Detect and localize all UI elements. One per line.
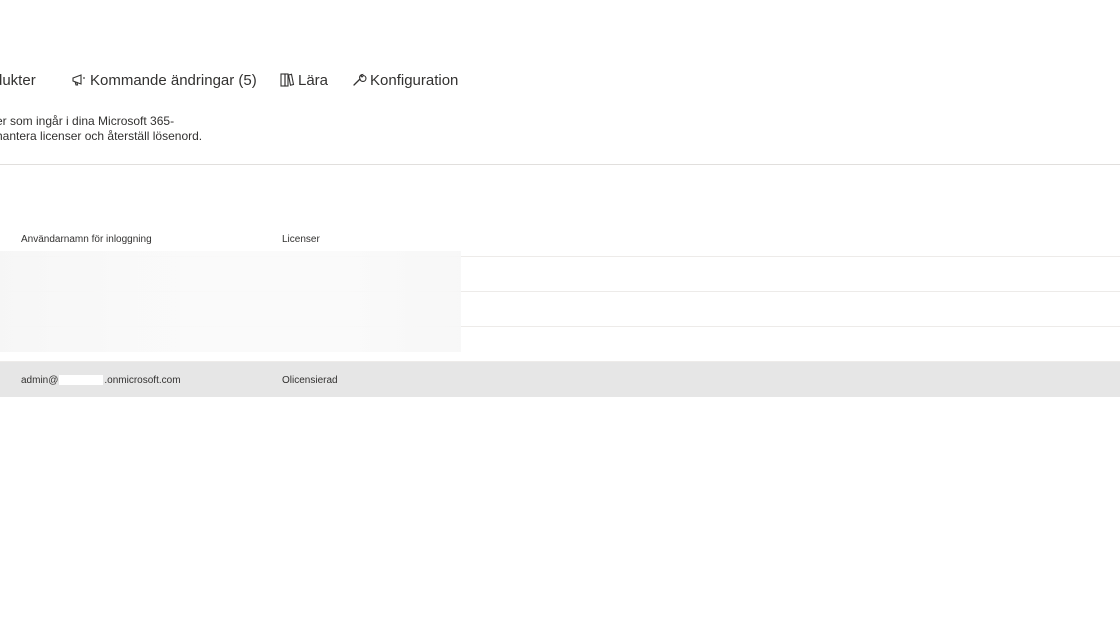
tab-learn[interactable]: Lära bbox=[278, 62, 328, 98]
username-prefix: admin@ bbox=[21, 375, 59, 386]
megaphone-icon bbox=[70, 71, 88, 89]
wrench-icon bbox=[350, 71, 368, 89]
page: dukter Kommande ändringar (5) Lära bbox=[0, 0, 1120, 627]
username-suffix: .onmicrosoft.com bbox=[104, 375, 181, 386]
tab-learn-label: Lära bbox=[298, 71, 329, 89]
page-description: er som ingår i dina Microsoft 365- hante… bbox=[0, 114, 202, 144]
column-header-username[interactable]: Användarnamn för inloggning bbox=[21, 234, 152, 245]
cell-username[interactable]: admin@ .onmicrosoft.com bbox=[21, 375, 181, 386]
tab-upcoming-changes-label: Kommande ändringar (5) bbox=[90, 71, 257, 89]
description-line-1: er som ingår i dina Microsoft 365- bbox=[0, 114, 175, 128]
table-row-selected[interactable]: admin@ .onmicrosoft.com Olicensierad bbox=[0, 362, 1120, 397]
book-icon bbox=[278, 71, 296, 89]
column-header-licenses[interactable]: Licenser bbox=[282, 234, 320, 245]
description-line-2: hantera licenser och återställ lösenord. bbox=[0, 129, 203, 143]
tab-configuration-label: Konfiguration bbox=[370, 71, 459, 89]
tab-products-label: dukter bbox=[0, 71, 36, 89]
redacted-area bbox=[0, 251, 461, 352]
cell-license: Olicensierad bbox=[282, 375, 338, 386]
tab-upcoming-changes[interactable]: Kommande ändringar (5) bbox=[70, 62, 257, 98]
redaction-mark bbox=[59, 375, 104, 386]
tab-products[interactable]: dukter bbox=[0, 62, 36, 98]
divider bbox=[0, 164, 1120, 165]
tab-configuration[interactable]: Konfiguration bbox=[350, 62, 458, 98]
